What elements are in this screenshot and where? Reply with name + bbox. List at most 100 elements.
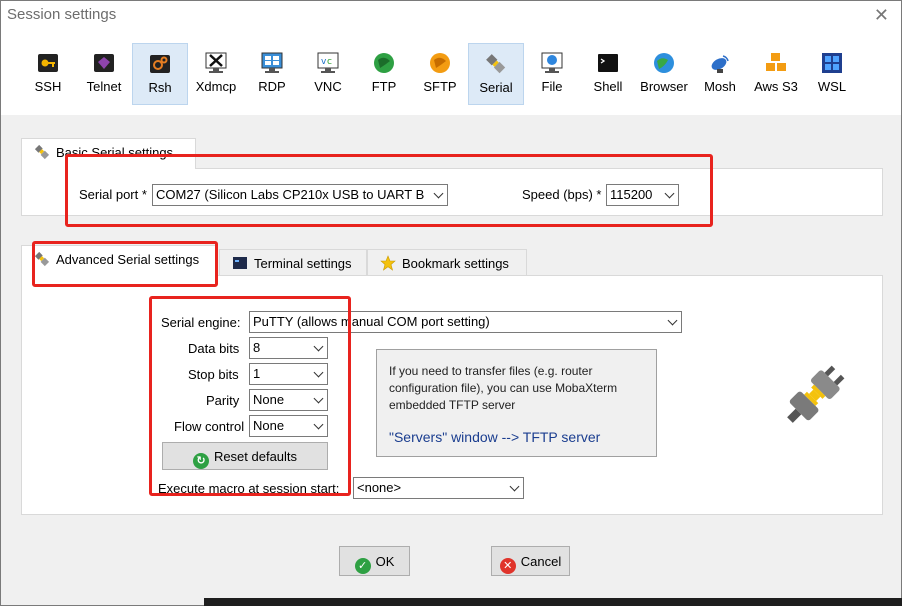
- browser-globe-icon: [652, 51, 676, 75]
- protocol-label: Xdmcp: [195, 79, 237, 94]
- protocol-telnet[interactable]: Telnet: [76, 43, 132, 105]
- close-icon[interactable]: ✕: [874, 5, 889, 26]
- protocol-label: SFTP: [423, 79, 457, 94]
- chevron-down-icon: [509, 481, 520, 492]
- protocol-sftp[interactable]: SFTP: [412, 43, 468, 105]
- tab-label: Bookmark settings: [402, 256, 509, 271]
- protocol-ftp[interactable]: FTP: [356, 43, 412, 105]
- reset-defaults-label: Reset defaults: [213, 449, 298, 464]
- protocol-toolbar: SSH Telnet Rsh Xdmcp RDP v c VNC FTP SFT…: [1, 31, 901, 115]
- terminal-icon: [232, 255, 248, 271]
- tab-label: Terminal settings: [254, 256, 352, 271]
- chevron-down-icon: [313, 341, 324, 352]
- svg-text:c: c: [327, 57, 332, 67]
- reset-defaults-button[interactable]: ↻ Reset defaults: [162, 442, 328, 470]
- ok-label: OK: [375, 554, 395, 569]
- serial-plug-icon: [34, 251, 50, 267]
- serial-engine-select[interactable]: PuTTY (allows manual COM port setting): [249, 311, 682, 333]
- protocol-label: Serial: [479, 80, 513, 95]
- protocol-rdp[interactable]: RDP: [244, 43, 300, 105]
- protocol-ssh[interactable]: SSH: [20, 43, 76, 105]
- flow-control-value: None: [253, 418, 285, 433]
- file-monitor-icon: [540, 51, 564, 75]
- protocol-label: Rsh: [148, 80, 172, 95]
- speed-select[interactable]: 115200: [606, 184, 679, 206]
- protocol-label: WSL: [817, 79, 847, 94]
- protocol-label: VNC: [314, 79, 342, 94]
- serial-plug-icon: [34, 144, 50, 160]
- protocol-label: Mosh: [704, 79, 736, 94]
- serial-port-label: Serial port *: [79, 187, 147, 202]
- protocol-label: RDP: [258, 79, 286, 94]
- chevron-down-icon: [433, 188, 444, 199]
- background-terminal-strip: [204, 598, 902, 606]
- stop-bits-label: Stop bits: [188, 367, 239, 382]
- key-icon: [36, 51, 60, 75]
- parity-select[interactable]: None: [249, 389, 328, 411]
- speed-value: 115200: [610, 187, 653, 202]
- protocol-browser[interactable]: Browser: [636, 43, 692, 105]
- protocol-mosh[interactable]: Mosh: [692, 43, 748, 105]
- serial-engine-label: Serial engine:: [161, 315, 241, 330]
- flow-control-label: Flow control: [174, 419, 245, 434]
- protocol-xdmcp[interactable]: Xdmcp: [188, 43, 244, 105]
- protocol-aws-s3[interactable]: Aws S3: [748, 43, 804, 105]
- protocol-label: Telnet: [86, 79, 122, 94]
- macro-select[interactable]: <none>: [353, 477, 524, 499]
- protocol-label: SSH: [34, 79, 62, 94]
- session-settings-dialog: Session settings ✕ SSH Telnet Rsh Xdmcp …: [0, 0, 902, 606]
- sftp-globe-icon: [428, 51, 452, 75]
- tab-label: Advanced Serial settings: [56, 252, 200, 267]
- tab-bookmark-settings[interactable]: Bookmark settings: [367, 249, 527, 277]
- protocol-serial[interactable]: Serial: [468, 43, 524, 105]
- protocol-vnc[interactable]: vc VNC: [300, 43, 356, 105]
- aws-cubes-icon: [764, 51, 788, 75]
- tftp-info-box: If you need to transfer files (e.g. rout…: [376, 349, 657, 457]
- title-bar: Session settings ✕: [1, 1, 901, 31]
- protocol-shell[interactable]: Shell: [580, 43, 636, 105]
- data-bits-value: 8: [253, 340, 261, 355]
- flow-control-select[interactable]: None: [249, 415, 328, 437]
- vnc-monitor-icon: vc: [316, 51, 340, 75]
- star-icon: [380, 255, 396, 271]
- ok-button[interactable]: ✓ OK: [339, 546, 410, 576]
- gem-icon: [92, 51, 116, 75]
- data-bits-select[interactable]: 8: [249, 337, 328, 359]
- protocol-file[interactable]: File: [524, 43, 580, 105]
- windows-logo-icon: [820, 51, 844, 75]
- ftp-globe-icon: [372, 51, 396, 75]
- tftp-server-link[interactable]: "Servers" window --> TFTP server: [389, 429, 600, 445]
- chevron-down-icon: [313, 419, 324, 430]
- speed-label: Speed (bps) *: [522, 187, 602, 202]
- tab-advanced-serial-settings[interactable]: Advanced Serial settings: [21, 245, 217, 276]
- data-bits-label: Data bits: [188, 341, 240, 356]
- cancel-button[interactable]: ✕ Cancel: [491, 546, 570, 576]
- macro-value: <none>: [357, 480, 402, 495]
- protocol-wsl[interactable]: WSL: [804, 43, 860, 105]
- parity-label: Parity: [206, 393, 240, 408]
- parity-value: None: [253, 392, 285, 407]
- protocol-label: FTP: [371, 79, 397, 94]
- check-icon: ✓: [354, 558, 371, 574]
- execute-macro-label: Execute macro at session start:: [158, 481, 340, 496]
- protocol-label: File: [541, 79, 563, 94]
- tab-terminal-settings[interactable]: Terminal settings: [219, 249, 367, 277]
- serial-port-select[interactable]: COM27 (Silicon Labs CP210x USB to UART B: [152, 184, 448, 206]
- serial-engine-value: PuTTY (allows manual COM port setting): [253, 314, 490, 329]
- tab-basic-serial-settings[interactable]: Basic Serial settings: [21, 138, 196, 169]
- protocol-label: Browser: [640, 79, 688, 94]
- serial-plug-icon: [484, 52, 508, 76]
- protocol-label: Shell: [593, 79, 623, 94]
- rdp-monitor-icon: [260, 51, 284, 75]
- cancel-label: Cancel: [520, 554, 562, 569]
- tftp-info-text: If you need to transfer files (e.g. rout…: [389, 364, 618, 412]
- protocol-rsh[interactable]: Rsh: [132, 43, 188, 105]
- chevron-down-icon: [664, 188, 675, 199]
- chevron-down-icon: [313, 367, 324, 378]
- basic-settings-panel: Serial port * COM27 (Silicon Labs CP210x…: [21, 168, 883, 216]
- satellite-icon: [708, 51, 732, 75]
- stop-bits-select[interactable]: 1: [249, 363, 328, 385]
- chevron-down-icon: [667, 315, 678, 326]
- x-monitor-icon: [204, 51, 228, 75]
- protocol-label: Aws S3: [754, 79, 798, 94]
